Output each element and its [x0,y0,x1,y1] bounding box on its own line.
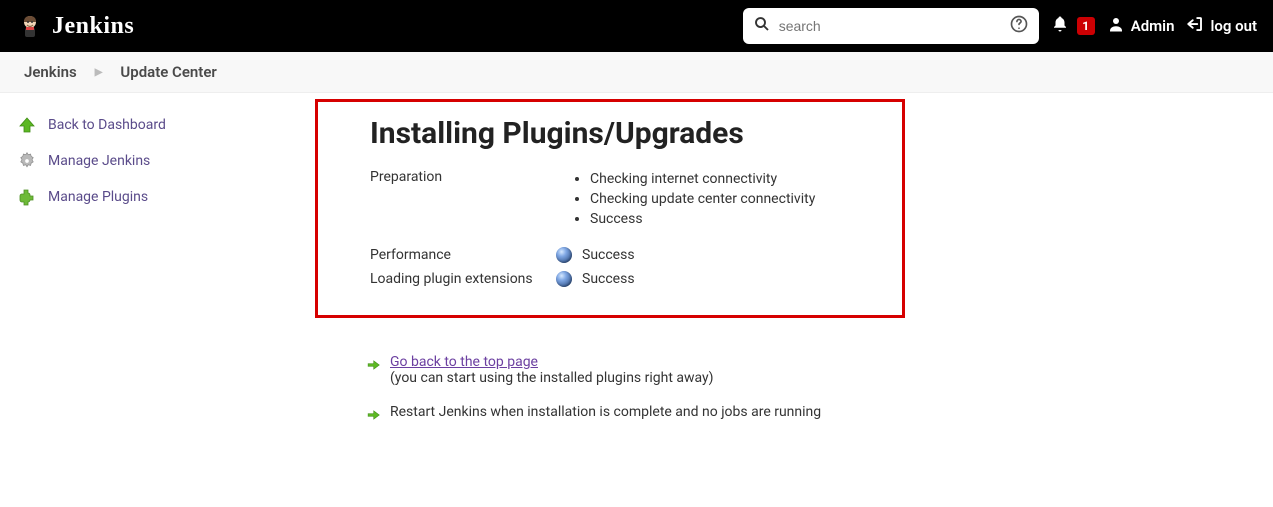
list-item: Checking internet connectivity [590,169,815,189]
install-panel: Installing Plugins/Upgrades Preparation … [315,99,905,318]
top-header: Jenkins 1 [0,0,1273,52]
restart-row: Restart Jenkins when installation is com… [366,404,1273,424]
main-content: Installing Plugins/Upgrades Preparation … [310,93,1273,442]
breadcrumb: Jenkins ▶ Update Center [0,52,1273,93]
sidebar-item-label: Manage Plugins [48,189,148,205]
jenkins-logo-icon [16,12,44,40]
search-box[interactable] [743,8,1039,44]
user-icon [1107,15,1125,37]
plugin-icon [16,186,38,208]
logout-button[interactable]: log out [1186,15,1257,37]
actions-area: Go back to the top page (you can start u… [366,354,1273,424]
search-icon [753,15,771,37]
breadcrumb-jenkins[interactable]: Jenkins [24,63,77,81]
bell-icon [1051,15,1069,37]
gear-icon [16,150,38,172]
user-name-label: Admin [1131,17,1175,35]
performance-row: Performance Success [370,247,850,263]
performance-status: Success [582,247,635,263]
list-item: Success [590,209,815,229]
preparation-steps: Checking internet connectivity Checking … [556,169,815,229]
logo-area[interactable]: Jenkins [16,12,134,40]
logout-label: log out [1210,17,1257,35]
notifications-button[interactable]: 1 [1051,15,1095,37]
alert-badge: 1 [1077,17,1095,35]
help-icon[interactable] [1009,14,1029,38]
status-sphere-icon [556,247,572,263]
user-menu[interactable]: Admin [1107,15,1175,37]
sidebar-item-manage-plugins[interactable]: Manage Plugins [0,179,310,215]
loading-row: Loading plugin extensions Success [370,271,850,287]
sidebar-item-label: Manage Jenkins [48,153,150,169]
preparation-label: Preparation [370,169,556,185]
search-input[interactable] [779,18,1001,34]
go-back-row: Go back to the top page (you can start u… [366,354,1273,386]
restart-text[interactable]: Restart Jenkins when installation is com… [390,404,821,420]
go-back-link[interactable]: Go back to the top page [390,354,538,370]
loading-status: Success [582,271,635,287]
go-back-subtext: (you can start using the installed plugi… [390,370,714,386]
sidebar: Back to Dashboard Manage Jenkins Manage … [0,93,310,442]
loading-label: Loading plugin extensions [370,271,556,287]
preparation-row: Preparation Checking internet connectivi… [370,169,850,229]
breadcrumb-separator-icon: ▶ [95,67,103,78]
sidebar-item-dashboard[interactable]: Back to Dashboard [0,107,310,143]
arrow-right-icon [366,406,380,424]
sidebar-item-label: Back to Dashboard [48,117,166,133]
arrow-right-icon [366,356,380,374]
performance-label: Performance [370,247,556,263]
logout-icon [1186,15,1204,37]
up-arrow-icon [16,114,38,136]
brand-title: Jenkins [52,13,134,40]
status-sphere-icon [556,271,572,287]
page-title: Installing Plugins/Upgrades [370,116,850,151]
list-item: Checking update center connectivity [590,189,815,209]
sidebar-item-manage-jenkins[interactable]: Manage Jenkins [0,143,310,179]
breadcrumb-update-center[interactable]: Update Center [120,63,216,81]
